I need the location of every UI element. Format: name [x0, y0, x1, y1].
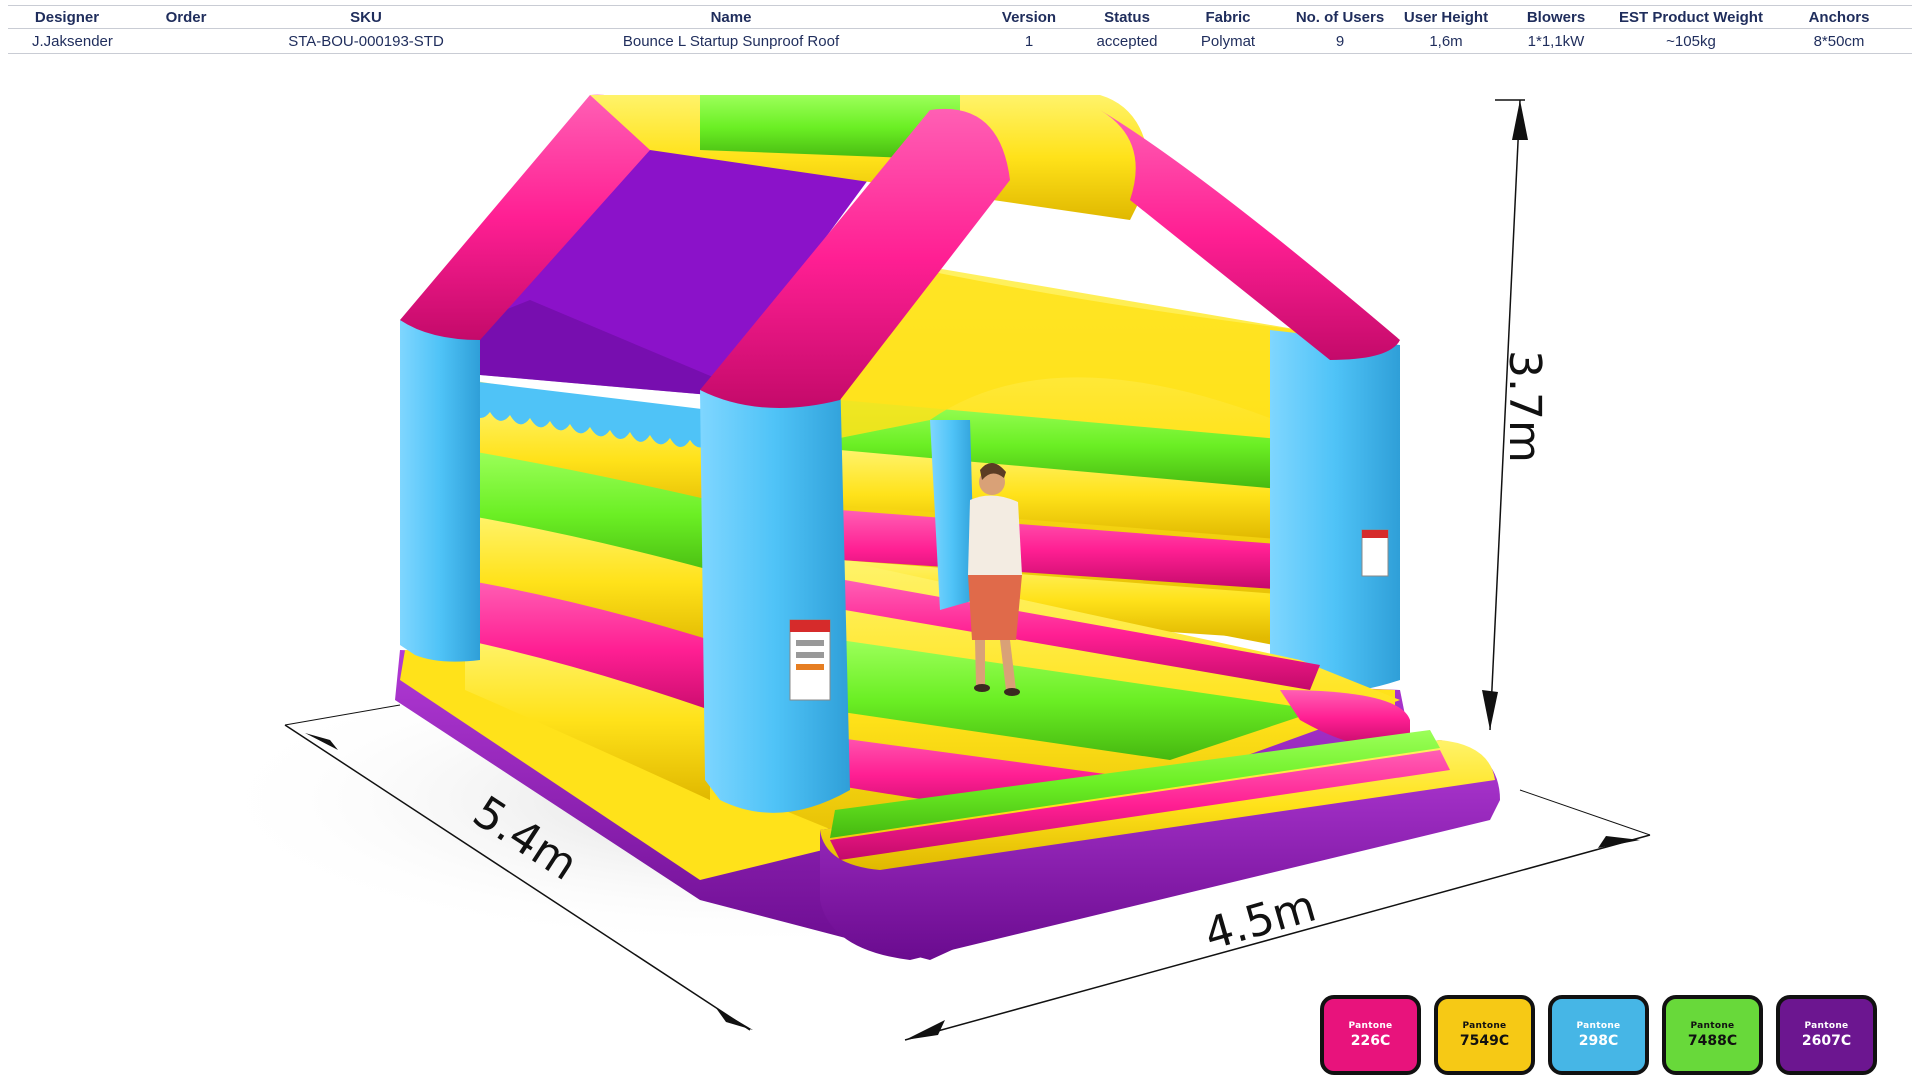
swatch-code: 298C — [1578, 1033, 1619, 1049]
header-status: Status — [1082, 5, 1172, 29]
header-order: Order — [126, 5, 246, 29]
cell-user-height: 1,6m — [1396, 28, 1496, 54]
cell-sku: STA-BOU-000193-STD — [246, 28, 486, 54]
swatch-298c: Pantone 298C — [1548, 995, 1649, 1075]
swatch-7488c: Pantone 7488C — [1662, 995, 1763, 1075]
cell-status: accepted — [1082, 28, 1172, 54]
swatch-code: 7488C — [1687, 1033, 1738, 1049]
swatch-2607c: Pantone 2607C — [1776, 995, 1877, 1075]
pantone-swatches: Pantone 226C Pantone 7549C Pantone 298C … — [1320, 995, 1877, 1075]
spec-data-row: J.Jaksender STA-BOU-000193-STD Bounce L … — [8, 28, 1912, 54]
cell-designer: J.Jaksender — [8, 28, 126, 54]
header-version: Version — [976, 5, 1082, 29]
swatch-code: 226C — [1350, 1033, 1391, 1049]
header-anchors: Anchors — [1766, 5, 1912, 29]
swatch-226c: Pantone 226C — [1320, 995, 1421, 1075]
cell-fabric: Polymat — [1172, 28, 1284, 54]
left-back-pillar — [400, 310, 480, 662]
header-weight: EST Product Weight — [1616, 5, 1766, 29]
cell-users: 9 — [1284, 28, 1396, 54]
swatch-brand: Pantone — [1348, 1021, 1393, 1031]
header-fabric: Fabric — [1172, 5, 1284, 29]
cell-version: 1 — [976, 28, 1082, 54]
swatch-code: 7549C — [1459, 1033, 1510, 1049]
cell-anchors: 8*50cm — [1766, 28, 1912, 54]
swatch-code: 2607C — [1801, 1033, 1852, 1049]
swatch-brand: Pantone — [1690, 1021, 1735, 1031]
swatch-brand: Pantone — [1462, 1021, 1507, 1031]
header-user-height: User Height — [1396, 5, 1496, 29]
cell-order — [126, 28, 246, 54]
cell-name: Bounce L Startup Sunproof Roof — [486, 28, 976, 54]
spec-header-row: Designer Order SKU Name Version Status F… — [8, 5, 1912, 29]
swatch-brand: Pantone — [1576, 1021, 1621, 1031]
header-name: Name — [486, 5, 976, 29]
swatch-7549c: Pantone 7549C — [1434, 995, 1535, 1075]
header-designer: Designer — [8, 5, 126, 29]
bouncy-castle-render: 3.7m 5.4m 4.5m — [200, 94, 1651, 1041]
cell-weight: ~105kg — [1616, 28, 1766, 54]
height-label: 3.7m — [1499, 350, 1550, 463]
spec-table: Designer Order SKU Name Version Status F… — [8, 5, 1912, 54]
width-label: 4.5m — [1199, 880, 1322, 960]
right-back-pillar — [1270, 330, 1400, 694]
swatch-brand: Pantone — [1804, 1021, 1849, 1031]
header-blowers: Blowers — [1496, 5, 1616, 29]
header-sku: SKU — [246, 5, 486, 29]
dimension-height: 3.7m — [1482, 99, 1550, 731]
cell-blowers: 1*1,1kW — [1496, 28, 1616, 54]
header-users: No. of Users — [1284, 5, 1396, 29]
